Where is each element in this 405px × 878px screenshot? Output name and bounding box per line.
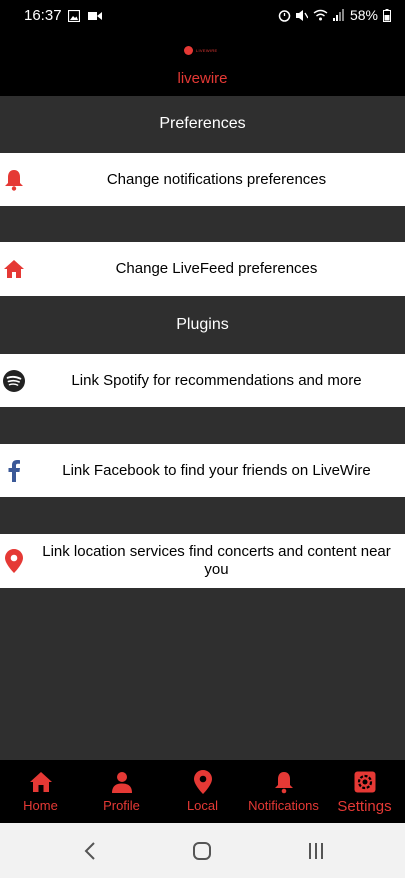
- nav-settings[interactable]: Settings: [324, 760, 405, 823]
- status-bar: 16:37 58%: [0, 0, 405, 32]
- back-button[interactable]: [76, 837, 104, 865]
- logo-text: LIVEWIRE: [196, 48, 218, 53]
- gallery-icon: [67, 9, 81, 27]
- nav-label: Home: [23, 798, 58, 813]
- nav-label: Local: [186, 798, 219, 813]
- nav-label: Profile: [103, 798, 140, 813]
- nav-home[interactable]: Home: [0, 760, 81, 823]
- content-empty-area: [0, 588, 405, 760]
- home-system-button[interactable]: [188, 837, 216, 865]
- row-link-location[interactable]: Link location services find concerts and…: [0, 534, 405, 588]
- nav-profile[interactable]: Profile: [81, 760, 162, 823]
- bell-icon: [3, 169, 25, 191]
- row-livefeed-preferences[interactable]: Change LiveFeed preferences: [0, 242, 405, 296]
- row-label: Link Facebook to find your friends on Li…: [62, 461, 371, 479]
- alarm-icon: [278, 9, 291, 22]
- battery-percent: 58%: [349, 7, 378, 23]
- nav-label: Settings: [337, 798, 392, 815]
- nav-label: Notifications: [248, 798, 319, 813]
- mute-icon: [295, 9, 308, 22]
- row-label: Change notifications preferences: [106, 170, 327, 188]
- signal-icon: [332, 9, 345, 21]
- nav-notifications[interactable]: Notifications: [243, 760, 324, 823]
- home-square-icon: [193, 842, 211, 860]
- row-link-spotify[interactable]: Link Spotify for recommendations and mor…: [0, 354, 405, 407]
- app-title: livewire: [177, 70, 228, 87]
- location-pin-icon: [193, 770, 212, 794]
- wifi-icon: [313, 9, 328, 21]
- gear-icon: [353, 770, 377, 794]
- home-icon: [3, 258, 25, 280]
- row-label: Link Spotify for recommendations and mor…: [71, 371, 362, 389]
- recents-button[interactable]: [302, 837, 330, 865]
- facebook-icon: [3, 459, 25, 482]
- row-label: Change LiveFeed preferences: [115, 260, 318, 277]
- bell-icon: [274, 770, 294, 794]
- system-nav-bar: [0, 823, 405, 878]
- divider-gap: [0, 497, 405, 534]
- app-logo: LIVEWIRE: [184, 46, 218, 55]
- status-right-group: 58%: [278, 7, 391, 23]
- back-chevron-icon: [84, 842, 95, 860]
- person-icon: [111, 770, 133, 794]
- nav-local[interactable]: Local: [162, 760, 243, 823]
- recents-icon: [309, 843, 323, 859]
- app-header: LIVEWIRE livewire: [0, 32, 405, 96]
- section-header-plugins: Plugins: [0, 296, 405, 354]
- bottom-nav: Home Profile Local Notifications Setting…: [0, 760, 405, 823]
- logo-dot: [184, 46, 193, 55]
- home-icon: [29, 770, 53, 794]
- location-pin-icon: [3, 549, 25, 573]
- video-icon: [88, 9, 102, 27]
- row-label: Link location services find concerts and…: [42, 543, 391, 578]
- battery-icon: [383, 8, 391, 22]
- row-notifications-preferences[interactable]: Change notifications preferences: [0, 153, 405, 206]
- spotify-icon: [3, 369, 25, 392]
- section-header-preferences: Preferences: [0, 96, 405, 152]
- row-link-facebook[interactable]: Link Facebook to find your friends on Li…: [0, 444, 405, 497]
- divider-gap: [0, 206, 405, 242]
- status-left-icons: [67, 9, 102, 27]
- divider-gap: [0, 407, 405, 444]
- status-time: 16:37: [24, 7, 62, 24]
